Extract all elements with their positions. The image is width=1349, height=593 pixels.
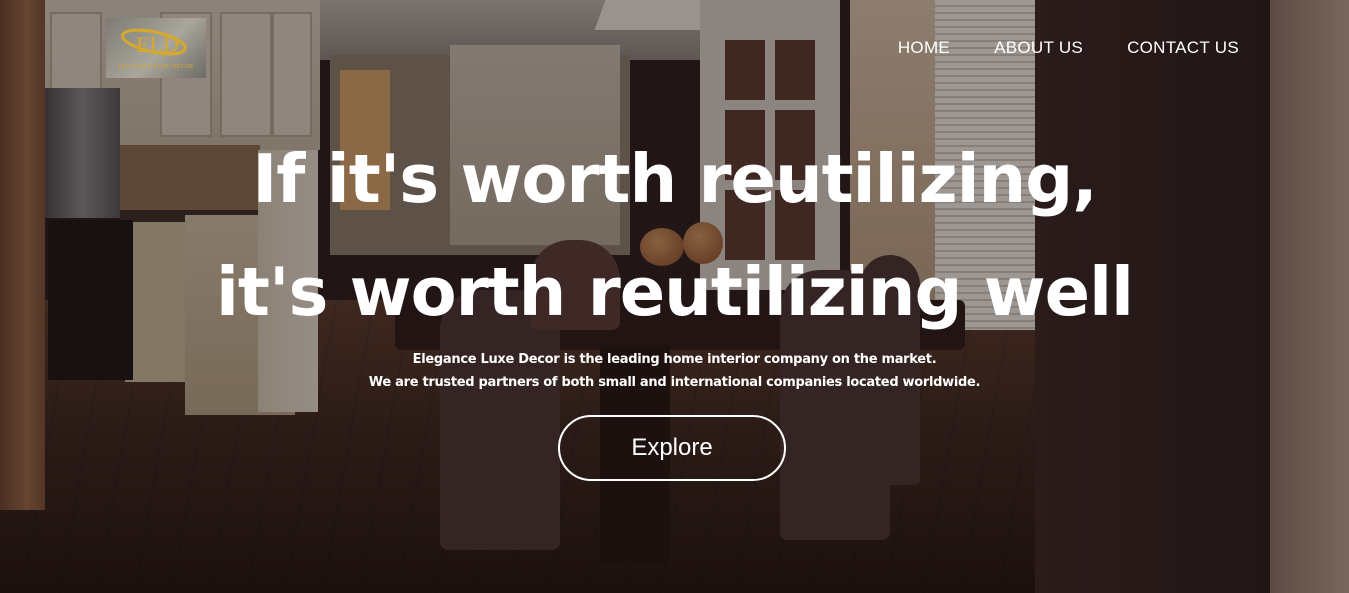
hero-headline-line-2: it's worth reutilizing well bbox=[215, 253, 1134, 331]
main-nav: HOME ABOUT US CONTACT US bbox=[898, 38, 1239, 58]
hero-section: ELD ELEGANCE LUXE DECOR HOME ABOUT US CO… bbox=[0, 0, 1349, 593]
explore-button[interactable]: Explore bbox=[558, 415, 786, 481]
logo-text: ELEGANCE LUXE DECOR bbox=[118, 64, 194, 70]
site-logo[interactable]: ELD ELEGANCE LUXE DECOR bbox=[106, 18, 206, 78]
hero-headline-line-1: If it's worth reutilizing, bbox=[252, 140, 1097, 218]
hero-subtext-line-1: Elegance Luxe Decor is the leading home … bbox=[412, 352, 937, 367]
nav-item-about-us[interactable]: ABOUT US bbox=[994, 38, 1083, 58]
nav-item-contact-us[interactable]: CONTACT US bbox=[1127, 38, 1239, 58]
nav-item-home[interactable]: HOME bbox=[898, 38, 950, 58]
logo-monogram: ELD bbox=[136, 32, 179, 57]
hero-subtext-line-2: We are trusted partners of both small an… bbox=[368, 375, 981, 390]
